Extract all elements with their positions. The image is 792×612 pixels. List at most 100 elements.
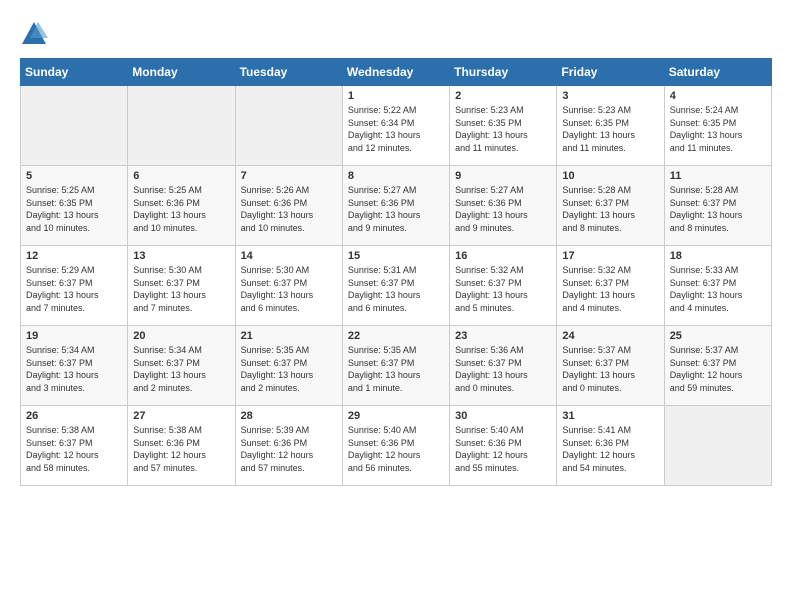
day-number: 10 (562, 170, 658, 182)
calendar-cell: 20 Sunrise: 5:34 AM Sunset: 6:37 PM Dayli… (128, 326, 235, 406)
day-info: Sunrise: 5:23 AM Sunset: 6:35 PM Dayligh… (455, 104, 551, 154)
day-info: Sunrise: 5:27 AM Sunset: 6:36 PM Dayligh… (348, 184, 444, 234)
calendar-table: SundayMondayTuesdayWednesdayThursdayFrid… (20, 58, 772, 486)
day-number: 17 (562, 250, 658, 262)
day-number: 12 (26, 250, 122, 262)
day-number: 11 (670, 170, 766, 182)
calendar-cell: 26 Sunrise: 5:38 AM Sunset: 6:37 PM Dayli… (21, 406, 128, 486)
day-number: 5 (26, 170, 122, 182)
day-number: 20 (133, 330, 229, 342)
day-number: 3 (562, 90, 658, 102)
day-info: Sunrise: 5:38 AM Sunset: 6:37 PM Dayligh… (26, 424, 122, 474)
calendar-week-row: 19 Sunrise: 5:34 AM Sunset: 6:37 PM Dayli… (21, 326, 772, 406)
day-number: 31 (562, 410, 658, 422)
day-info: Sunrise: 5:24 AM Sunset: 6:35 PM Dayligh… (670, 104, 766, 154)
calendar-cell (128, 86, 235, 166)
day-info: Sunrise: 5:32 AM Sunset: 6:37 PM Dayligh… (455, 264, 551, 314)
calendar-cell: 18 Sunrise: 5:33 AM Sunset: 6:37 PM Dayli… (664, 246, 771, 326)
day-info: Sunrise: 5:35 AM Sunset: 6:37 PM Dayligh… (241, 344, 337, 394)
day-number: 27 (133, 410, 229, 422)
calendar-cell: 14 Sunrise: 5:30 AM Sunset: 6:37 PM Dayli… (235, 246, 342, 326)
day-number: 21 (241, 330, 337, 342)
calendar-cell: 2 Sunrise: 5:23 AM Sunset: 6:35 PM Daylig… (450, 86, 557, 166)
calendar-cell: 28 Sunrise: 5:39 AM Sunset: 6:36 PM Dayli… (235, 406, 342, 486)
day-info: Sunrise: 5:37 AM Sunset: 6:37 PM Dayligh… (562, 344, 658, 394)
day-info: Sunrise: 5:38 AM Sunset: 6:36 PM Dayligh… (133, 424, 229, 474)
day-info: Sunrise: 5:41 AM Sunset: 6:36 PM Dayligh… (562, 424, 658, 474)
day-info: Sunrise: 5:23 AM Sunset: 6:35 PM Dayligh… (562, 104, 658, 154)
day-info: Sunrise: 5:40 AM Sunset: 6:36 PM Dayligh… (455, 424, 551, 474)
day-number: 18 (670, 250, 766, 262)
weekday-header-row: SundayMondayTuesdayWednesdayThursdayFrid… (21, 59, 772, 86)
calendar-cell: 3 Sunrise: 5:23 AM Sunset: 6:35 PM Daylig… (557, 86, 664, 166)
calendar-cell: 16 Sunrise: 5:32 AM Sunset: 6:37 PM Dayli… (450, 246, 557, 326)
weekday-header: Thursday (450, 59, 557, 86)
calendar-week-row: 1Sunrise: 5:22 AM Sunset: 6:34 PM Daylig… (21, 86, 772, 166)
day-number: 28 (241, 410, 337, 422)
day-number: 19 (26, 330, 122, 342)
day-info: Sunrise: 5:30 AM Sunset: 6:37 PM Dayligh… (133, 264, 229, 314)
day-info: Sunrise: 5:35 AM Sunset: 6:37 PM Dayligh… (348, 344, 444, 394)
day-number: 15 (348, 250, 444, 262)
logo (20, 20, 52, 48)
day-info: Sunrise: 5:29 AM Sunset: 6:37 PM Dayligh… (26, 264, 122, 314)
calendar-cell: 23Sunrise: 5:36 AM Sunset: 6:37 PM Dayli… (450, 326, 557, 406)
day-info: Sunrise: 5:28 AM Sunset: 6:37 PM Dayligh… (670, 184, 766, 234)
day-info: Sunrise: 5:37 AM Sunset: 6:37 PM Dayligh… (670, 344, 766, 394)
day-number: 26 (26, 410, 122, 422)
calendar-cell: 10 Sunrise: 5:28 AM Sunset: 6:37 PM Dayli… (557, 166, 664, 246)
day-info: Sunrise: 5:25 AM Sunset: 6:36 PM Dayligh… (133, 184, 229, 234)
calendar-cell: 15 Sunrise: 5:31 AM Sunset: 6:37 PM Dayli… (342, 246, 449, 326)
calendar-cell: 13 Sunrise: 5:30 AM Sunset: 6:37 PM Dayli… (128, 246, 235, 326)
day-number: 13 (133, 250, 229, 262)
weekday-header: Saturday (664, 59, 771, 86)
day-info: Sunrise: 5:39 AM Sunset: 6:36 PM Dayligh… (241, 424, 337, 474)
calendar-cell: 9 Sunrise: 5:27 AM Sunset: 6:36 PM Daylig… (450, 166, 557, 246)
day-info: Sunrise: 5:30 AM Sunset: 6:37 PM Dayligh… (241, 264, 337, 314)
calendar-cell: 17 Sunrise: 5:32 AM Sunset: 6:37 PM Dayli… (557, 246, 664, 326)
day-info: Sunrise: 5:31 AM Sunset: 6:37 PM Dayligh… (348, 264, 444, 314)
calendar-cell: 22 Sunrise: 5:35 AM Sunset: 6:37 PM Dayli… (342, 326, 449, 406)
day-number: 4 (670, 90, 766, 102)
calendar-cell: 11 Sunrise: 5:28 AM Sunset: 6:37 PM Dayli… (664, 166, 771, 246)
day-number: 16 (455, 250, 551, 262)
day-number: 14 (241, 250, 337, 262)
calendar-week-row: 12 Sunrise: 5:29 AM Sunset: 6:37 PM Dayli… (21, 246, 772, 326)
day-info: Sunrise: 5:40 AM Sunset: 6:36 PM Dayligh… (348, 424, 444, 474)
calendar-cell: 1Sunrise: 5:22 AM Sunset: 6:34 PM Daylig… (342, 86, 449, 166)
day-number: 22 (348, 330, 444, 342)
calendar-cell: 30 Sunrise: 5:40 AM Sunset: 6:36 PM Dayli… (450, 406, 557, 486)
calendar-cell: 5 Sunrise: 5:25 AM Sunset: 6:35 PM Daylig… (21, 166, 128, 246)
day-number: 30 (455, 410, 551, 422)
calendar-cell: 19Sunrise: 5:34 AM Sunset: 6:37 PM Dayli… (21, 326, 128, 406)
weekday-header: Sunday (21, 59, 128, 86)
calendar-week-row: 26 Sunrise: 5:38 AM Sunset: 6:37 PM Dayli… (21, 406, 772, 486)
day-number: 1 (348, 90, 444, 102)
day-info: Sunrise: 5:34 AM Sunset: 6:37 PM Dayligh… (133, 344, 229, 394)
weekday-header: Wednesday (342, 59, 449, 86)
calendar-cell (235, 86, 342, 166)
page-header (20, 20, 772, 48)
day-info: Sunrise: 5:33 AM Sunset: 6:37 PM Dayligh… (670, 264, 766, 314)
day-info: Sunrise: 5:25 AM Sunset: 6:35 PM Dayligh… (26, 184, 122, 234)
day-info: Sunrise: 5:27 AM Sunset: 6:36 PM Dayligh… (455, 184, 551, 234)
weekday-header: Friday (557, 59, 664, 86)
calendar-cell: 29 Sunrise: 5:40 AM Sunset: 6:36 PM Dayli… (342, 406, 449, 486)
day-number: 2 (455, 90, 551, 102)
logo-icon (20, 20, 48, 48)
calendar-cell: 4 Sunrise: 5:24 AM Sunset: 6:35 PM Daylig… (664, 86, 771, 166)
day-info: Sunrise: 5:28 AM Sunset: 6:37 PM Dayligh… (562, 184, 658, 234)
day-info: Sunrise: 5:32 AM Sunset: 6:37 PM Dayligh… (562, 264, 658, 314)
day-number: 8 (348, 170, 444, 182)
day-number: 29 (348, 410, 444, 422)
day-info: Sunrise: 5:36 AM Sunset: 6:37 PM Dayligh… (455, 344, 551, 394)
weekday-header: Monday (128, 59, 235, 86)
calendar-cell: 31 Sunrise: 5:41 AM Sunset: 6:36 PM Dayli… (557, 406, 664, 486)
weekday-header: Tuesday (235, 59, 342, 86)
calendar-cell: 6Sunrise: 5:25 AM Sunset: 6:36 PM Daylig… (128, 166, 235, 246)
calendar-cell (664, 406, 771, 486)
day-number: 7 (241, 170, 337, 182)
calendar-cell: 27 Sunrise: 5:38 AM Sunset: 6:36 PM Dayli… (128, 406, 235, 486)
day-number: 9 (455, 170, 551, 182)
day-number: 25 (670, 330, 766, 342)
